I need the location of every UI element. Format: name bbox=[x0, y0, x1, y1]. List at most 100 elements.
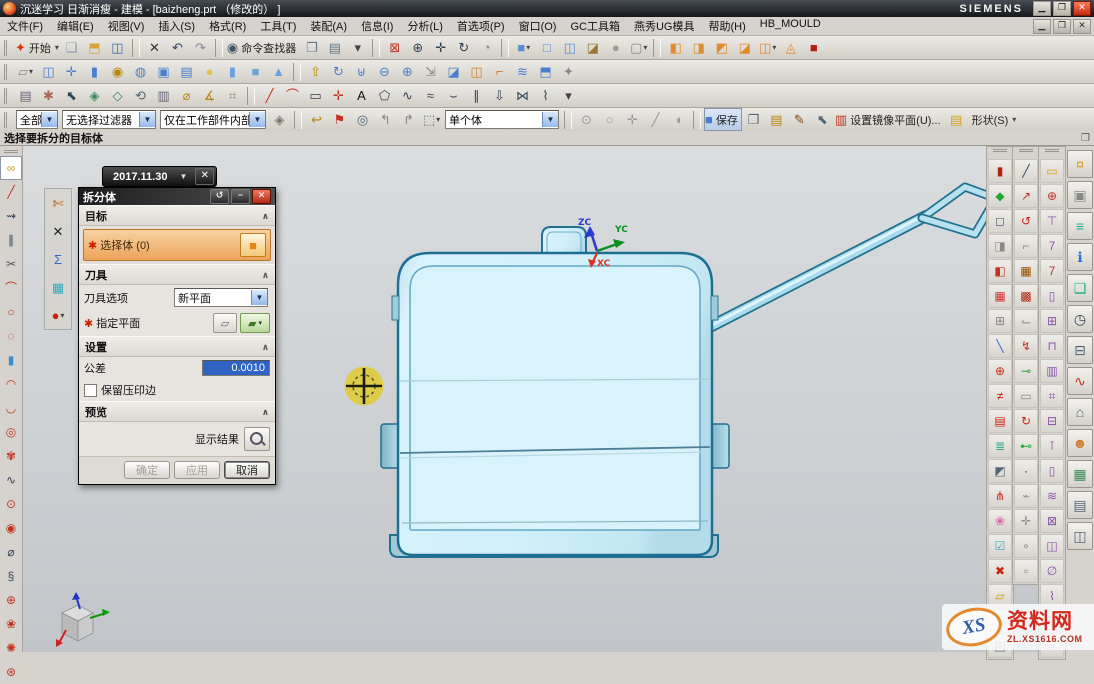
view-front-icon[interactable]: ◈ bbox=[83, 84, 106, 107]
offset-curve-icon[interactable]: ∥ bbox=[465, 84, 488, 107]
dialog-collapse-icon[interactable]: − bbox=[231, 189, 250, 204]
boss-icon[interactable]: ◍ bbox=[129, 60, 152, 83]
snap-arc-icon[interactable]: ◖ bbox=[667, 108, 690, 131]
dialog-title-bar[interactable]: 拆分体 ↺ − ✕ bbox=[79, 188, 275, 205]
arc-tool-icon[interactable]: ⌒ bbox=[0, 276, 22, 300]
info-resource-icon[interactable]: ℹ bbox=[1067, 243, 1093, 271]
zoom-icon[interactable]: ⊕ bbox=[406, 36, 429, 59]
undo-selection-icon[interactable]: ↩ bbox=[305, 108, 328, 131]
menu-item-6[interactable]: 装配(A) bbox=[303, 17, 354, 35]
pill-icon[interactable]: ▯ bbox=[1040, 459, 1064, 483]
dot-icon[interactable]: · bbox=[1014, 459, 1038, 483]
doc-minimize-button[interactable]: ▁ bbox=[1033, 19, 1051, 34]
select-body-button[interactable]: ■ bbox=[240, 233, 266, 257]
visualization-resource-icon[interactable]: ∿ bbox=[1067, 367, 1093, 395]
line-tool-icon[interactable]: ╱ bbox=[0, 180, 22, 204]
corner-icon[interactable]: ⌙ bbox=[1014, 309, 1038, 333]
ring-icon[interactable]: ∘ bbox=[1014, 534, 1038, 558]
pad-icon[interactable]: ▤ bbox=[175, 60, 198, 83]
dialog-close-icon[interactable]: ✕ bbox=[252, 189, 271, 204]
pan-icon[interactable]: ✛ bbox=[429, 36, 452, 59]
more-curves-icon[interactable]: ▾ bbox=[557, 84, 580, 107]
color-grid-icon[interactable]: ▦ bbox=[988, 284, 1012, 308]
sphere-icon[interactable]: ● bbox=[198, 60, 221, 83]
layer-settings-icon[interactable]: ▥ bbox=[152, 84, 175, 107]
green-dot-line-icon[interactable]: ⊸ bbox=[1014, 359, 1038, 383]
menu-item-9[interactable]: 首选项(P) bbox=[450, 17, 512, 35]
cancel-button[interactable]: 取消 bbox=[224, 461, 270, 479]
trim-curve-icon[interactable]: ✂ bbox=[0, 252, 22, 276]
chevron-down-icon[interactable]: ▼ bbox=[249, 112, 265, 127]
chevron-down-icon[interactable]: ▼ bbox=[173, 172, 193, 181]
menu-item-12[interactable]: 燕秀UG模具 bbox=[627, 17, 702, 35]
oplus-icon[interactable]: ⊕ bbox=[0, 588, 22, 612]
annotate-icon[interactable]: ✎ bbox=[788, 108, 811, 131]
red-book-icon[interactable]: ▤ bbox=[988, 409, 1012, 433]
library-resource-icon[interactable]: ≡ bbox=[1067, 212, 1093, 240]
selection-scope-dropdown[interactable]: 仅在工作部件内部▼ bbox=[160, 110, 266, 129]
ok-button[interactable]: 确定 bbox=[124, 461, 170, 479]
section-view-icon[interactable]: ◪ bbox=[581, 36, 604, 59]
measure-angle-icon[interactable]: ∡ bbox=[198, 84, 221, 107]
material-icon[interactable]: ▮ bbox=[988, 159, 1012, 183]
point-icon[interactable]: ✛ bbox=[327, 84, 350, 107]
rotate-point-icon[interactable]: ◎ bbox=[351, 108, 374, 131]
menu-item-13[interactable]: 帮助(H) bbox=[701, 17, 752, 35]
ribbon-icon[interactable]: ❀ bbox=[988, 509, 1012, 533]
roles-resource-icon[interactable]: ¤ bbox=[1067, 150, 1093, 178]
menu-item-0[interactable]: 文件(F) bbox=[0, 17, 50, 35]
lock-bracket-icon[interactable]: ⌐ bbox=[1014, 234, 1038, 258]
menu-item-1[interactable]: 编辑(E) bbox=[50, 17, 101, 35]
snap-point-icon[interactable]: ✛ bbox=[621, 108, 644, 131]
prompt-window-icon[interactable]: ❐ bbox=[1081, 133, 1090, 144]
branch-icon[interactable]: ⋔ bbox=[988, 484, 1012, 508]
maximize-button[interactable]: ❐ bbox=[1053, 1, 1071, 16]
minimize-button[interactable]: ▁ bbox=[1033, 1, 1051, 16]
save-icon[interactable]: ◫ bbox=[106, 36, 129, 59]
bridge-curve-icon[interactable]: ⌣ bbox=[442, 84, 465, 107]
touch-mode-icon[interactable]: ▤ bbox=[323, 36, 346, 59]
seven-icon[interactable]: 7 bbox=[1040, 234, 1064, 258]
menu-item-2[interactable]: 视图(V) bbox=[101, 17, 152, 35]
pocket-icon[interactable]: ▣ bbox=[152, 60, 175, 83]
marquee-select-icon[interactable]: ⬚ bbox=[420, 108, 443, 131]
history-resource-icon[interactable]: ◷ bbox=[1067, 305, 1093, 333]
small-rect-icon[interactable]: ▭ bbox=[1014, 384, 1038, 408]
toolbar-grip[interactable] bbox=[1019, 149, 1033, 156]
intersect-icon[interactable]: ⊕ bbox=[396, 60, 419, 83]
menu-item-5[interactable]: 工具(T) bbox=[253, 17, 303, 35]
scale-body-icon[interactable]: ⇲ bbox=[419, 60, 442, 83]
start-menu-button[interactable]: ✦开始 bbox=[14, 36, 60, 59]
link-curve-icon[interactable]: ∞ bbox=[0, 156, 22, 180]
thicken-icon[interactable]: ⬒ bbox=[534, 60, 557, 83]
cyan-check-icon[interactable]: ☑ bbox=[988, 534, 1012, 558]
view-iso-icon[interactable]: ◇ bbox=[106, 84, 129, 107]
diameter-icon[interactable]: ⌀ bbox=[0, 540, 22, 564]
selection-filter-dropdown[interactable]: 无选择过滤器▼ bbox=[62, 110, 156, 129]
timestamp-close-icon[interactable]: ✕ bbox=[195, 168, 214, 185]
asterisk-circle-icon[interactable]: ⊛ bbox=[0, 660, 22, 684]
circled-dot-icon[interactable]: ⊙ bbox=[0, 492, 22, 516]
pattern-grid-icon[interactable]: ▩ bbox=[1014, 284, 1038, 308]
chevron-down-icon[interactable]: ▼ bbox=[139, 112, 155, 127]
shape-dropdown-button[interactable]: 形状(S) bbox=[968, 108, 1018, 131]
measure-distance-icon[interactable]: ⌀ bbox=[175, 84, 198, 107]
red-half-icon[interactable]: ◧ bbox=[988, 259, 1012, 283]
check-cube-icon[interactable]: ◩ bbox=[988, 459, 1012, 483]
tee-icon[interactable]: ⊤ bbox=[1040, 209, 1064, 233]
menu-item-4[interactable]: 格式(R) bbox=[202, 17, 253, 35]
web-browser-resource-icon[interactable]: ❏ bbox=[1067, 274, 1093, 302]
rainbow-stack-icon[interactable]: ≣ bbox=[988, 434, 1012, 458]
trim-body-icon[interactable]: ◪ bbox=[442, 60, 465, 83]
orient-view-icon[interactable]: ⟲ bbox=[129, 84, 152, 107]
target-section-header[interactable]: 目标 ∧ bbox=[79, 205, 275, 226]
timestamp-tag[interactable]: 2017.11.30 ▼ ✕ bbox=[102, 166, 217, 187]
line-icon[interactable]: ╱ bbox=[258, 84, 281, 107]
snap-center-icon[interactable]: ⊙ bbox=[575, 108, 598, 131]
dialog-reset-icon[interactable]: ↺ bbox=[210, 189, 229, 204]
component-array-icon[interactable]: ◫ bbox=[756, 36, 779, 59]
project-curve-icon[interactable]: ⇩ bbox=[488, 84, 511, 107]
circle-tool-icon[interactable]: ○ bbox=[0, 300, 22, 324]
open-file-icon[interactable]: ⬒ bbox=[83, 36, 106, 59]
box-display-icon[interactable]: ◻ bbox=[988, 209, 1012, 233]
